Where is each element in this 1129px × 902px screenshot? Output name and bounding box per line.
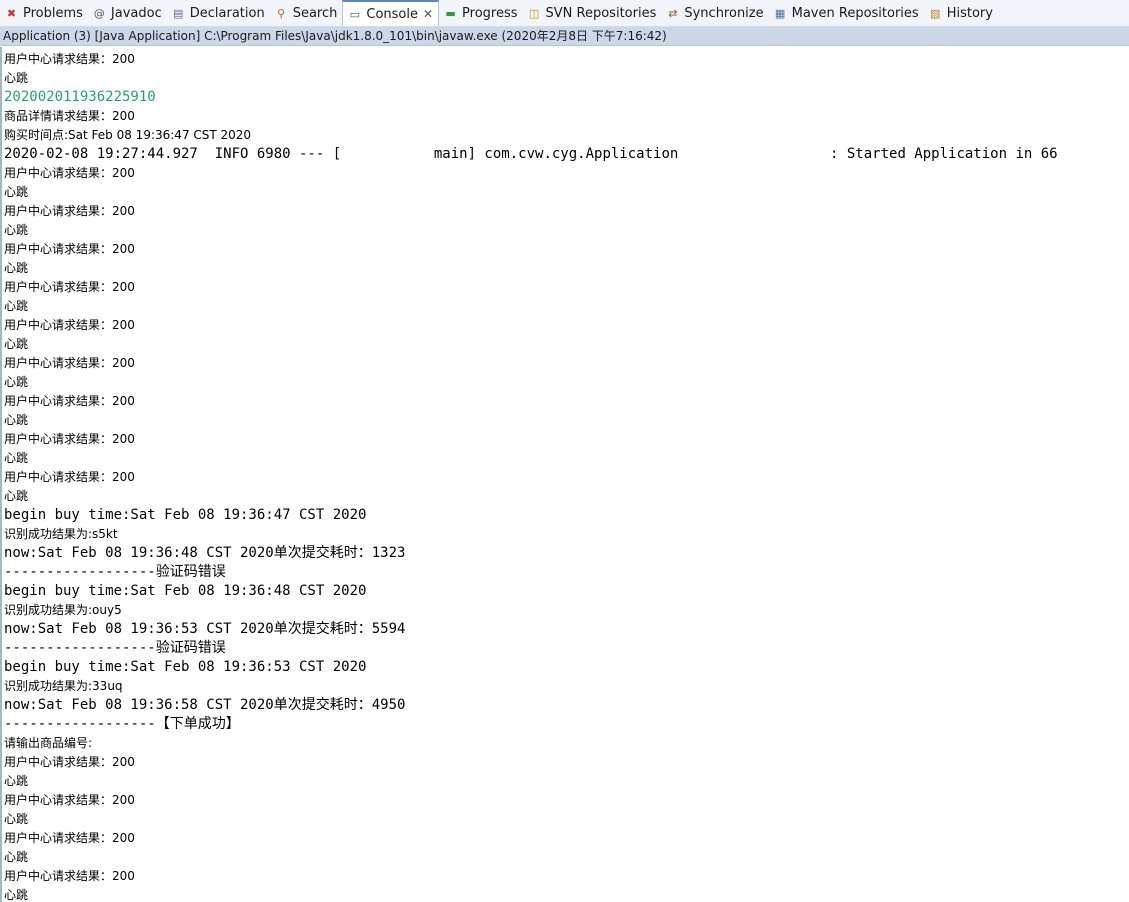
problems-icon: ✖ bbox=[6, 6, 17, 20]
console-line: 识别成功结果为:33uq bbox=[4, 679, 123, 693]
console-line: 用户中心请求结果：200 bbox=[4, 831, 135, 845]
tab-label: Search bbox=[292, 5, 338, 21]
tab-label: Declaration bbox=[189, 5, 265, 21]
history-icon: ▧ bbox=[929, 6, 941, 20]
tab-label: Console bbox=[366, 6, 418, 22]
console-line: 识别成功结果为:ouy5 bbox=[4, 603, 122, 617]
console-line: 用户中心请求结果：200 bbox=[4, 755, 135, 769]
tab-label: Maven Repositories bbox=[791, 5, 919, 21]
console-line: 用户中心请求结果：200 bbox=[4, 52, 135, 66]
tab-svn-repositories[interactable]: ◫ SVN Repositories bbox=[523, 0, 662, 26]
console-line: 用户中心请求结果：200 bbox=[4, 318, 135, 332]
tab-declaration[interactable]: ▤ Declaration bbox=[167, 0, 270, 26]
console-title-bar: Application (3) [Java Application] C:\Pr… bbox=[0, 27, 1129, 46]
console-line: 心跳 bbox=[4, 451, 29, 465]
svn-repositories-icon: ◫ bbox=[528, 6, 540, 20]
console-line: 请输出商品编号: bbox=[4, 736, 93, 750]
tab-label: Problems bbox=[23, 5, 83, 21]
tab-progress[interactable]: ▬ Progress bbox=[439, 0, 522, 26]
console-line: 心跳 bbox=[4, 261, 29, 275]
console-line: 用户中心请求结果：200 bbox=[4, 166, 135, 180]
console-icon: ▭ bbox=[349, 7, 361, 21]
tab-problems[interactable]: ✖ Problems bbox=[0, 0, 88, 26]
console-line: 心跳 bbox=[4, 299, 29, 313]
console-line: 心跳 bbox=[4, 185, 29, 199]
console-process-label: Application (3) [Java Application] C:\Pr… bbox=[3, 29, 667, 43]
synchronize-icon: ⇄ bbox=[668, 6, 678, 20]
tab-javadoc[interactable]: @ Javadoc bbox=[88, 0, 167, 26]
javadoc-icon: @ bbox=[93, 6, 105, 20]
view-tab-bar: ✖ Problems @ Javadoc ▤ Declaration ⚲ Search ▭ Con… bbox=[0, 0, 1129, 27]
progress-icon: ▬ bbox=[445, 6, 456, 20]
console-line: 用户中心请求结果：200 bbox=[4, 470, 135, 484]
console-line: 心跳 bbox=[4, 774, 29, 788]
console-line: begin buy time:Sat Feb 08 19:36:47 CST 2… bbox=[4, 507, 367, 523]
tab-console[interactable]: ▭ Console ✕ bbox=[342, 0, 440, 26]
console-output[interactable]: 用户中心请求结果：200 心跳 202002011936225910 商品详情请求结果… bbox=[0, 47, 1129, 902]
tab-synchronize[interactable]: ⇄ Synchronize bbox=[661, 0, 768, 26]
maven-repositories-icon: ▦ bbox=[774, 6, 786, 20]
search-icon: ⚲ bbox=[277, 6, 286, 20]
console-line: 心跳 bbox=[4, 375, 29, 389]
tab-label: Progress bbox=[462, 5, 518, 21]
tab-maven-repositories[interactable]: ▦ Maven Repositories bbox=[769, 0, 924, 26]
tab-history[interactable]: ▧ History bbox=[924, 0, 998, 26]
console-line: 识别成功结果为:s5kt bbox=[4, 527, 118, 541]
console-line: 商品详情请求结果：200 bbox=[4, 109, 135, 123]
console-line: 购买时间点:Sat Feb 08 19:36:47 CST 2020 bbox=[4, 128, 252, 142]
console-line: 心跳 bbox=[4, 223, 29, 237]
declaration-icon: ▤ bbox=[173, 6, 184, 20]
console-line: now:Sat Feb 08 19:36:53 CST 2020单次提交耗时：5… bbox=[4, 621, 406, 637]
console-line: now:Sat Feb 08 19:36:58 CST 2020单次提交耗时：4… bbox=[4, 697, 406, 713]
tab-label: Synchronize bbox=[684, 5, 764, 21]
console-line: 用户中心请求结果：200 bbox=[4, 869, 135, 883]
console-line: 用户中心请求结果：200 bbox=[4, 793, 135, 807]
tab-label: History bbox=[946, 5, 993, 21]
tab-label: Javadoc bbox=[110, 5, 162, 21]
console-line: 心跳 bbox=[4, 337, 29, 351]
console-line: begin buy time:Sat Feb 08 19:36:53 CST 2… bbox=[4, 659, 367, 675]
console-line: ------------------【下单成功】 bbox=[4, 716, 240, 732]
console-line: now:Sat Feb 08 19:36:48 CST 2020单次提交耗时：1… bbox=[4, 545, 406, 561]
console-line: 用户中心请求结果：200 bbox=[4, 204, 135, 218]
tab-label: SVN Repositories bbox=[545, 5, 657, 21]
close-icon[interactable]: ✕ bbox=[423, 7, 433, 21]
console-line: begin buy time:Sat Feb 08 19:36:48 CST 2… bbox=[4, 583, 367, 599]
console-line: 2020-02-08 19:27:44.927 INFO 6980 --- [ … bbox=[4, 146, 1058, 162]
tab-search[interactable]: ⚲ Search bbox=[270, 0, 343, 26]
console-line: 心跳 bbox=[4, 71, 29, 85]
console-line: 202002011936225910 bbox=[4, 89, 156, 105]
console-line: 用户中心请求结果：200 bbox=[4, 242, 135, 256]
console-line: 用户中心请求结果：200 bbox=[4, 356, 135, 370]
console-line: 用户中心请求结果：200 bbox=[4, 432, 135, 446]
console-line: 心跳 bbox=[4, 413, 29, 427]
console-line: ------------------验证码错误 bbox=[4, 564, 226, 580]
console-line: 用户中心请求结果：200 bbox=[4, 394, 135, 408]
console-line: 心跳 bbox=[4, 850, 29, 864]
console-line: 心跳 bbox=[4, 888, 29, 902]
console-line: 心跳 bbox=[4, 812, 29, 826]
console-line: 用户中心请求结果：200 bbox=[4, 280, 135, 294]
console-line: 心跳 bbox=[4, 489, 29, 503]
console-line: ------------------验证码错误 bbox=[4, 640, 226, 656]
